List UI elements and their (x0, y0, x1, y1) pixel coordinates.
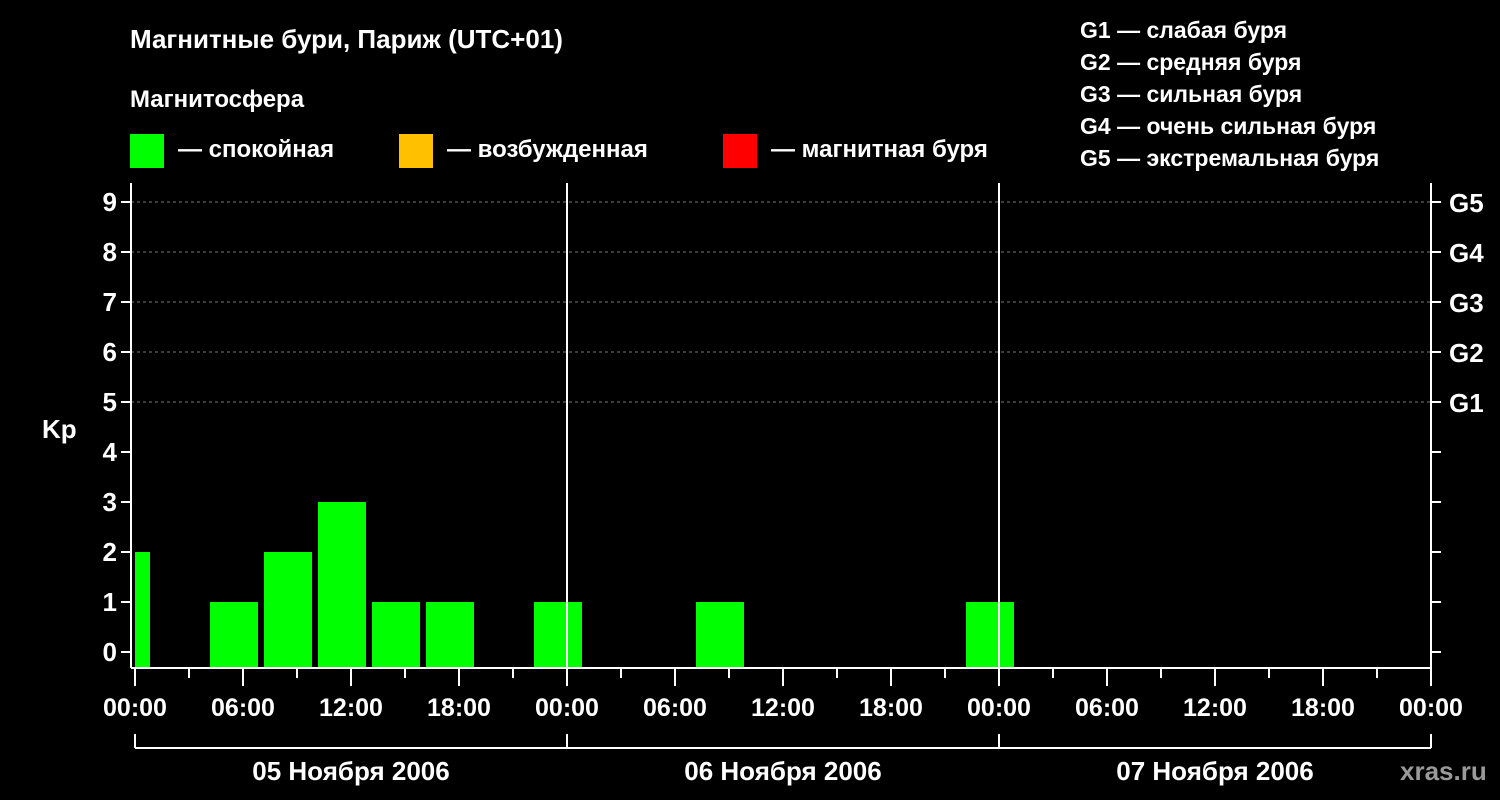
g-level-label: G5 (1449, 188, 1484, 218)
x-tick-label: 06:00 (1075, 694, 1139, 722)
day-label: 07 Ноября 2006 (1116, 756, 1313, 786)
kp-bar (135, 552, 150, 668)
y-tick-label: 5 (103, 387, 117, 417)
y-tick-label: 7 (103, 287, 117, 317)
day-label: 06 Ноября 2006 (684, 756, 881, 786)
g-level-label: G2 (1449, 338, 1484, 368)
day-label: 05 Ноября 2006 (252, 756, 449, 786)
y-axis-label: Kp (42, 414, 77, 444)
y-tick-label: 8 (103, 237, 117, 267)
x-tick-label: 12:00 (1183, 694, 1247, 722)
x-tick-label: 00:00 (103, 694, 167, 722)
x-tick-label: 18:00 (859, 694, 923, 722)
x-tick-label: 12:00 (751, 694, 815, 722)
kp-chart: 0 1 2 3 4 5 6 7 8 9 G1 G2 G3 G4 G5 Kp 00:00 06:00 12:00 18:… (42, 183, 1484, 786)
x-tick-label: 06:00 (211, 694, 275, 722)
x-tick-label: 18:00 (1291, 694, 1355, 722)
kp-bar (372, 602, 420, 668)
x-tick-label: 00:00 (535, 694, 599, 722)
y-tick-label: 3 (103, 487, 117, 517)
x-tick-label: 00:00 (1399, 694, 1463, 722)
g-level-label: G3 (1449, 288, 1484, 318)
x-tick-label: 18:00 (427, 694, 491, 722)
x-tick-label: 06:00 (643, 694, 707, 722)
kp-bar (696, 602, 744, 668)
y-tick-label: 2 (103, 537, 117, 567)
y-tick-label: 4 (103, 437, 118, 467)
kp-bar (966, 602, 1014, 668)
kp-bar (210, 602, 258, 668)
y-tick-label: 6 (103, 337, 117, 367)
kp-bar (264, 552, 312, 668)
kp-bar (426, 602, 474, 668)
g-level-label: G4 (1449, 238, 1484, 268)
x-tick-label: 00:00 (967, 694, 1031, 722)
g-level-label: G1 (1449, 388, 1484, 418)
kp-bar (318, 502, 366, 668)
kp-bar (534, 602, 582, 668)
x-tick-label: 12:00 (319, 694, 383, 722)
y-tick-label: 9 (103, 187, 117, 217)
y-tick-label: 0 (103, 637, 117, 667)
y-tick-label: 1 (103, 587, 117, 617)
